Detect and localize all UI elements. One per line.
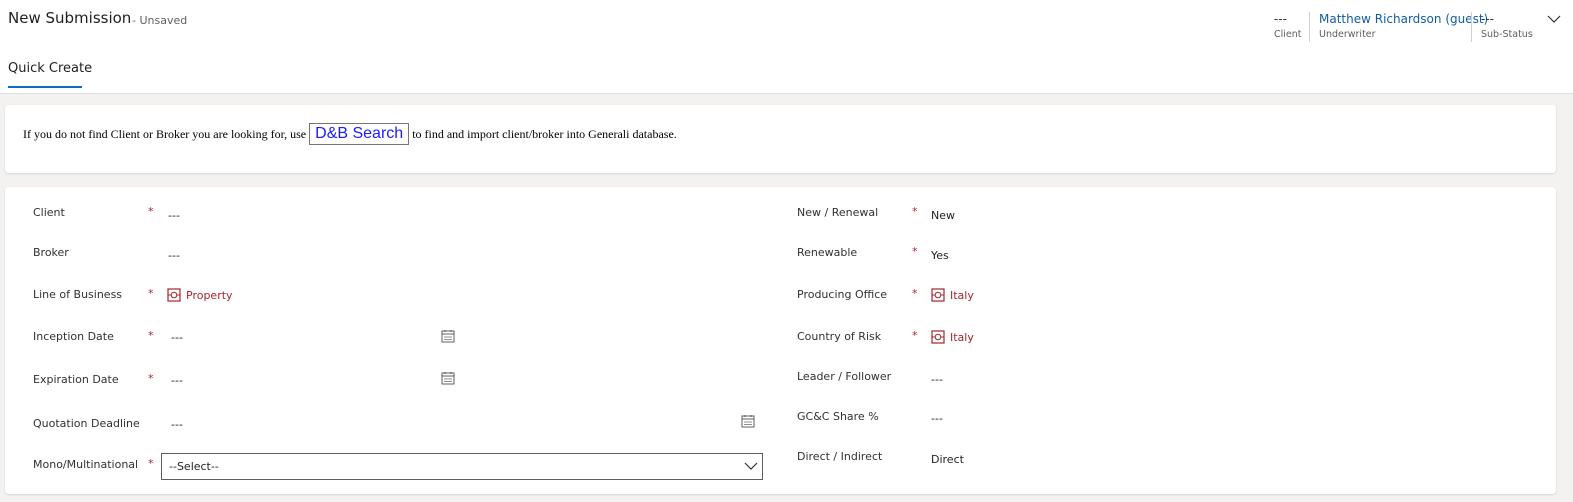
active-tab-indicator — [8, 86, 82, 88]
line-of-business-value[interactable]: Property — [186, 289, 233, 302]
form-card — [5, 187, 1556, 494]
broker-label: Broker — [33, 246, 69, 259]
chevron-down-icon[interactable] — [1547, 14, 1561, 24]
expiration-date-label: Expiration Date — [33, 373, 119, 386]
required-marker: * — [148, 329, 154, 342]
required-marker: * — [148, 372, 154, 385]
producing-office-lookup[interactable]: Italy — [931, 288, 974, 302]
select-value: --Select-- — [169, 460, 219, 473]
chevron-down-icon — [744, 462, 758, 470]
required-marker: * — [912, 205, 918, 218]
country-of-risk-value[interactable]: Italy — [950, 331, 974, 344]
info-text-before: If you do not find Client or Broker you … — [23, 126, 307, 141]
new-renewal-label: New / Renewal — [797, 206, 879, 219]
lookup-record-icon — [931, 288, 945, 302]
header-substatus: --- Sub-Status — [1481, 12, 1533, 40]
header-client-value: --- — [1274, 12, 1287, 26]
leader-follower-field[interactable]: --- — [931, 373, 943, 386]
header-client-label: Client — [1274, 29, 1302, 40]
dnb-search-button[interactable]: D&B Search — [309, 123, 410, 145]
gcc-share-label: GC&C Share % — [797, 410, 879, 423]
tab-quick-create[interactable]: Quick Create — [8, 61, 92, 76]
mono-multinational-label: Mono/Multinational — [33, 458, 139, 471]
header-substatus-label: Sub-Status — [1481, 29, 1533, 40]
leader-follower-label: Leader / Follower — [797, 370, 892, 383]
info-text-after: to find and import client/broker into Ge… — [412, 126, 677, 141]
client-label: Client — [33, 206, 65, 219]
info-message: If you do not find Client or Broker you … — [23, 123, 677, 145]
page-title: New Submission — [8, 9, 132, 27]
required-marker: * — [912, 329, 918, 342]
required-marker: * — [912, 245, 918, 258]
line-of-business-label: Line of Business — [33, 288, 123, 301]
required-marker: * — [148, 287, 154, 300]
renewable-field[interactable]: Yes — [931, 249, 949, 262]
expiration-date-field[interactable]: --- — [171, 374, 183, 387]
direct-indirect-label: Direct / Indirect — [797, 450, 883, 463]
required-marker: * — [148, 205, 154, 218]
inception-date-label: Inception Date — [33, 330, 114, 343]
lookup-record-icon — [931, 330, 945, 344]
header-underwriter[interactable]: Matthew Richardson (guest) Underwriter — [1319, 12, 1488, 40]
underwriter-link[interactable]: Matthew Richardson (guest) — [1319, 12, 1488, 26]
header-divider — [1309, 12, 1310, 42]
save-status: - Unsaved — [132, 14, 188, 27]
country-of-risk-lookup[interactable]: Italy — [931, 330, 974, 344]
header-client: --- Client — [1274, 12, 1302, 40]
calendar-icon[interactable] — [441, 329, 455, 343]
header-substatus-value: --- — [1481, 12, 1494, 26]
producing-office-label: Producing Office — [797, 288, 888, 301]
inception-date-field[interactable]: --- — [171, 331, 183, 344]
required-marker: * — [148, 457, 154, 470]
top-bar: New Submission - Unsaved --- Client Matt… — [0, 0, 1573, 94]
direct-indirect-field[interactable]: Direct — [931, 453, 964, 466]
renewable-label: Renewable — [797, 246, 858, 259]
gcc-share-field[interactable]: --- — [931, 412, 943, 425]
quotation-deadline-field[interactable]: --- — [171, 418, 183, 431]
required-marker: * — [912, 287, 918, 300]
info-card: If you do not find Client or Broker you … — [5, 105, 1556, 173]
new-renewal-field[interactable]: New — [931, 209, 955, 222]
lookup-record-icon — [167, 288, 181, 302]
mono-multinational-select[interactable]: --Select-- — [161, 453, 763, 480]
header-divider — [1471, 12, 1472, 42]
country-of-risk-label: Country of Risk — [797, 330, 882, 343]
header-underwriter-label: Underwriter — [1319, 29, 1376, 40]
client-field[interactable]: --- — [168, 209, 180, 222]
line-of-business-lookup[interactable]: Property — [167, 288, 233, 302]
broker-field[interactable]: --- — [168, 249, 180, 262]
calendar-icon[interactable] — [441, 371, 455, 385]
producing-office-value[interactable]: Italy — [950, 289, 974, 302]
quotation-deadline-label: Quotation Deadline — [33, 417, 140, 430]
calendar-icon[interactable] — [741, 414, 755, 428]
